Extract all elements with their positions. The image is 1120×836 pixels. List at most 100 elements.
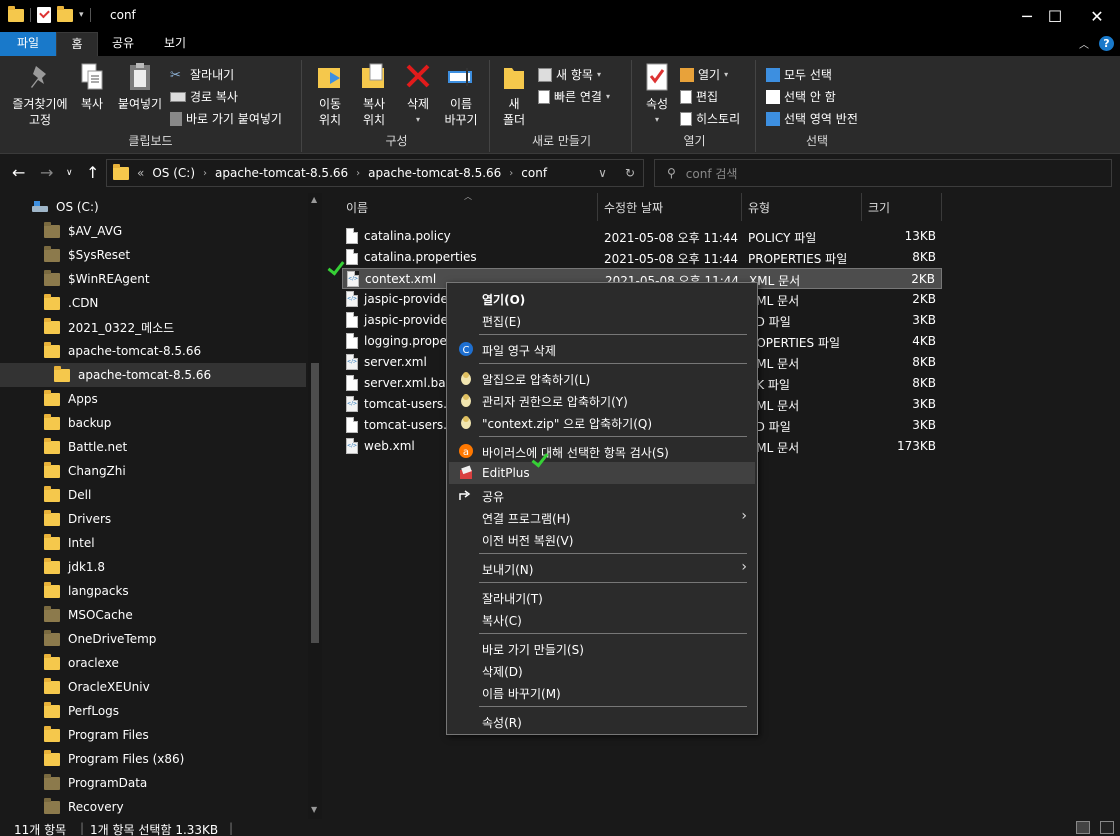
new-folder-button[interactable]: 새 폴더 xyxy=(498,60,530,128)
nav-folder-item[interactable]: Program Files xyxy=(0,723,306,747)
nav-drive-c[interactable]: OS (C:) xyxy=(0,195,306,219)
scroll-up-icon[interactable]: ▲ xyxy=(311,195,317,204)
context-menu-item[interactable]: 속성(R) xyxy=(449,710,755,732)
column-header-type[interactable]: 유형 xyxy=(742,193,862,221)
tab-view[interactable]: 보기 xyxy=(152,32,198,56)
select-all-button[interactable]: 모두 선택 xyxy=(766,66,832,83)
tab-home[interactable]: 홈 xyxy=(56,32,98,56)
nav-folder-item[interactable]: ProgramData xyxy=(0,771,306,795)
context-menu-item[interactable]: 잘라내기(T) xyxy=(449,586,755,608)
tab-share[interactable]: 공유 xyxy=(100,32,146,56)
easy-access-button[interactable]: 빠른 연결 ▾ xyxy=(538,88,610,105)
properties-icon[interactable] xyxy=(37,7,51,23)
delete-button[interactable]: 삭제 ▾ xyxy=(402,60,434,128)
nav-folder-item[interactable]: $WinREAgent xyxy=(0,267,306,291)
back-arrow-icon[interactable]: ← xyxy=(12,163,25,182)
context-menu-item[interactable]: 연결 프로그램(H) › xyxy=(449,506,755,528)
nav-folder-item[interactable]: 2021_0322_메소드 xyxy=(0,315,306,339)
open-button[interactable]: 열기 ▾ xyxy=(680,66,728,83)
cut-button[interactable]: ✂ 잘라내기 xyxy=(170,66,234,83)
forward-arrow-icon[interactable]: → xyxy=(40,163,53,182)
context-menu-item[interactable]: 편집(E) xyxy=(449,309,755,331)
nav-folder-item[interactable]: Drivers xyxy=(0,507,306,531)
nav-folder-item[interactable]: langpacks xyxy=(0,579,306,603)
collapse-ribbon-icon[interactable]: ︿ xyxy=(1079,36,1089,51)
help-icon[interactable]: ? xyxy=(1099,36,1114,51)
nav-folder-item[interactable]: MSOCache xyxy=(0,603,306,627)
select-none-button[interactable]: 선택 안 함 xyxy=(766,88,836,105)
chevron-right-icon[interactable]: › xyxy=(356,168,360,179)
nav-scrollbar[interactable]: ▲ ▼ xyxy=(308,193,322,819)
copy-button[interactable]: 복사 xyxy=(76,60,108,112)
nav-folder-item[interactable]: .CDN xyxy=(0,291,306,315)
copy-to-button[interactable]: 복사 위치 xyxy=(354,60,394,128)
nav-folder-item[interactable]: backup xyxy=(0,411,306,435)
maximize-button[interactable]: ☐ xyxy=(1032,0,1078,32)
edit-button[interactable]: 편집 xyxy=(680,88,718,105)
details-view-icon[interactable] xyxy=(1076,821,1090,834)
nav-folder-item[interactable]: Apps xyxy=(0,387,306,411)
nav-folder-item[interactable]: apache-tomcat-8.5.66 xyxy=(0,339,306,363)
chevron-right-icon[interactable]: › xyxy=(203,168,207,179)
scrollbar-thumb[interactable] xyxy=(311,363,319,643)
breadcrumb-drive[interactable]: OS (C:) xyxy=(152,166,195,180)
breadcrumb-conf[interactable]: conf xyxy=(521,166,547,180)
refresh-icon[interactable]: ↻ xyxy=(625,166,635,180)
breadcrumb-tomcat[interactable]: apache-tomcat-8.5.66 xyxy=(215,166,348,180)
nav-folder-item[interactable]: OneDriveTemp xyxy=(0,627,306,651)
new-item-button[interactable]: 새 항목 ▾ xyxy=(538,66,601,83)
search-box[interactable]: ⚲ conf 검색 xyxy=(654,159,1112,187)
properties-button[interactable]: 속성 ▾ xyxy=(640,60,674,128)
paste-button[interactable]: 붙여넣기 xyxy=(112,60,168,112)
rename-button[interactable]: 이름 바꾸기 xyxy=(440,60,482,128)
context-menu-item[interactable]: "context.zip" 으로 압축하기(Q) xyxy=(449,411,755,433)
address-bar[interactable]: « OS (C:) › apache-tomcat-8.5.66 › apach… xyxy=(106,159,644,187)
context-menu-item[interactable]: C 파일 영구 삭제 xyxy=(449,338,755,360)
breadcrumb-tomcat-inner[interactable]: apache-tomcat-8.5.66 xyxy=(368,166,501,180)
large-icons-view-icon[interactable] xyxy=(1100,821,1114,834)
recent-chevron-icon[interactable]: ∨ xyxy=(66,168,73,178)
nav-folder-item[interactable]: ChangZhi xyxy=(0,459,306,483)
context-menu-item[interactable]: 복사(C) xyxy=(449,608,755,630)
context-menu-item[interactable]: a 바이러스에 대해 선택한 항목 검사(S) xyxy=(449,440,755,462)
invert-selection-button[interactable]: 선택 영역 반전 xyxy=(766,110,858,127)
context-menu-item[interactable]: 바로 가기 만들기(S) xyxy=(449,637,755,659)
nav-folder-item[interactable]: jdk1.8 xyxy=(0,555,306,579)
context-menu-item[interactable]: 열기(O) xyxy=(449,287,755,309)
nav-folder-item[interactable]: OracleXEUniv xyxy=(0,675,306,699)
context-menu-item[interactable]: EditPlus xyxy=(449,462,755,484)
nav-folder-item[interactable]: $SysReset xyxy=(0,243,306,267)
close-button[interactable]: ✕ xyxy=(1074,0,1120,32)
context-menu-item[interactable]: 삭제(D) xyxy=(449,659,755,681)
context-menu-item[interactable]: 보내기(N) › xyxy=(449,557,755,579)
file-row[interactable]: catalina.properties 2021-05-08 오후 11:44 PR… xyxy=(342,247,942,268)
chevron-right-icon[interactable]: › xyxy=(509,168,513,179)
nav-folder-item[interactable]: Recovery xyxy=(0,795,306,819)
up-arrow-icon[interactable]: ↑ xyxy=(86,163,99,182)
nav-folder-item[interactable]: Program Files (x86) xyxy=(0,747,306,771)
new-folder-icon[interactable] xyxy=(57,5,73,22)
context-menu-item[interactable]: 이름 바꾸기(M) xyxy=(449,681,755,703)
column-header-size[interactable]: 크기 xyxy=(862,193,942,221)
nav-folder-item[interactable]: PerfLogs xyxy=(0,699,306,723)
context-menu-item[interactable]: 공유 xyxy=(449,484,755,506)
nav-folder-item[interactable]: Dell xyxy=(0,483,306,507)
nav-folder-item[interactable]: apache-tomcat-8.5.66 xyxy=(0,363,306,387)
context-menu-item[interactable]: 이전 버전 복원(V) xyxy=(449,528,755,550)
scroll-down-icon[interactable]: ▼ xyxy=(311,805,317,814)
column-header-modified[interactable]: 수정한 날짜 xyxy=(598,193,742,221)
nav-folder-item[interactable]: Battle.net xyxy=(0,435,306,459)
nav-folder-item[interactable]: oraclexe xyxy=(0,651,306,675)
pin-button[interactable]: 즐겨찾기에 고정 xyxy=(6,60,74,128)
customize-chevron-icon[interactable]: ▾ xyxy=(79,10,84,20)
nav-folder-item[interactable]: $AV_AVG xyxy=(0,219,306,243)
copy-path-button[interactable]: 경로 복사 xyxy=(170,88,238,105)
move-to-button[interactable]: 이동 위치 xyxy=(310,60,350,128)
context-menu-item[interactable]: 알집으로 압축하기(L) xyxy=(449,367,755,389)
breadcrumb-overflow[interactable]: « xyxy=(137,166,144,180)
paste-shortcut-button[interactable]: 바로 가기 붙여넣기 xyxy=(170,110,282,127)
column-header-name[interactable]: 이름 xyxy=(340,193,598,221)
nav-folder-item[interactable]: Intel xyxy=(0,531,306,555)
history-button[interactable]: 히스토리 xyxy=(680,110,740,127)
context-menu-item[interactable]: 관리자 권한으로 압축하기(Y) xyxy=(449,389,755,411)
